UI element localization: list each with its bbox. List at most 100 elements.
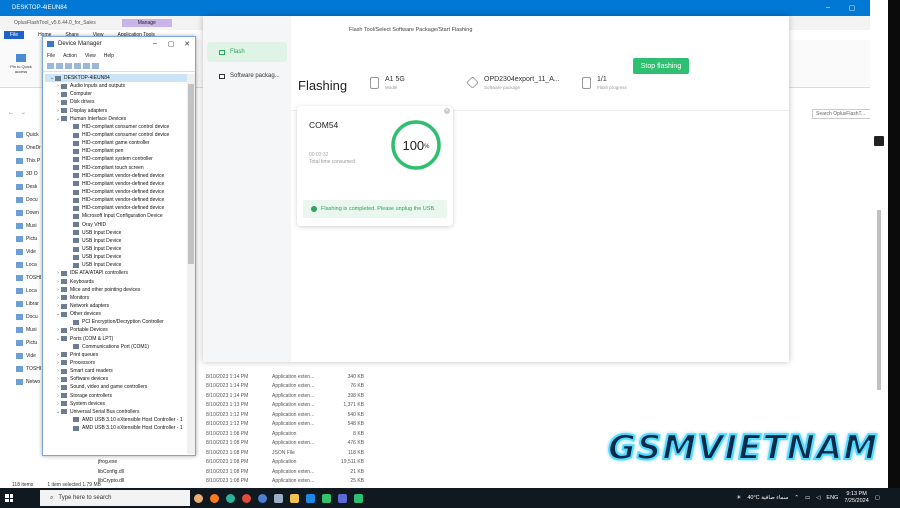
stop-flashing-button[interactable]: Stop flashing bbox=[633, 58, 689, 74]
tree-node[interactable]: › Sound, video and game controllers bbox=[45, 383, 187, 391]
tree-node[interactable]: PCI Encryption/Decryption Controller bbox=[45, 318, 187, 326]
start-button[interactable] bbox=[0, 488, 18, 508]
device-tree-scrollbar[interactable] bbox=[187, 74, 195, 454]
menu-view[interactable]: View bbox=[85, 53, 96, 59]
tree-node[interactable]: ⌄ Ports (COM & LPT) bbox=[45, 335, 187, 343]
avatar-icon[interactable] bbox=[190, 490, 206, 506]
tree-node[interactable]: ⌄ Universal Serial Bus controllers bbox=[45, 408, 187, 416]
tree-node[interactable]: Communications Port (COM1) bbox=[45, 343, 187, 351]
file-size: 340 KB bbox=[347, 373, 364, 380]
tree-node[interactable]: ⌄ Other devices bbox=[45, 310, 187, 318]
tree-node[interactable]: › Display adapters bbox=[45, 107, 187, 115]
file-row[interactable]: jfrog.exe 8/10/2023 1:08 PM Application 19,… bbox=[88, 458, 378, 468]
tree-node[interactable]: › Mice and other pointing devices bbox=[45, 286, 187, 294]
tree-node[interactable]: › Portable Devices bbox=[45, 326, 187, 334]
weather-text[interactable]: 40°C سماء صافية bbox=[747, 495, 788, 501]
back-arrow-icon[interactable]: ← bbox=[8, 110, 14, 116]
tree-node[interactable]: › Audio inputs and outputs bbox=[45, 82, 187, 90]
tree-node[interactable]: AMD USB 3.10 eXtensible Host Controller … bbox=[45, 416, 187, 424]
minimize-icon[interactable]: – bbox=[816, 4, 840, 12]
tree-node[interactable]: AMD USB 3.10 eXtensible Host Controller … bbox=[45, 424, 187, 432]
tree-node[interactable]: › Print queues bbox=[45, 351, 187, 359]
file-size: 76 KB bbox=[350, 383, 364, 390]
scrollbar[interactable] bbox=[877, 210, 881, 390]
stop-icon[interactable] bbox=[874, 136, 884, 146]
edge-icon[interactable] bbox=[222, 490, 238, 506]
tree-node[interactable]: HID-compliant vendor-defined device bbox=[45, 180, 187, 188]
store-icon[interactable] bbox=[334, 490, 350, 506]
monitor-icon[interactable] bbox=[92, 63, 99, 69]
tree-node[interactable]: HID-compliant vendor-defined device bbox=[45, 204, 187, 212]
file-row[interactable]: libConfig.dll 8/10/2023 1:08 PM Applicatio… bbox=[88, 467, 378, 477]
network-icon[interactable]: ▭ bbox=[805, 495, 810, 501]
close-icon[interactable]: × bbox=[444, 108, 450, 114]
chrome-icon[interactable] bbox=[238, 490, 254, 506]
file-row[interactable]: libCrypto.dll 8/10/2023 1:08 PM Applicatio… bbox=[88, 477, 378, 487]
tree-node[interactable]: ⌄ Human Interface Devices bbox=[45, 115, 187, 123]
language-indicator[interactable]: ENG bbox=[826, 495, 838, 501]
forward-icon[interactable] bbox=[56, 63, 63, 69]
tree-node[interactable]: Microsoft Input Configuration Device bbox=[45, 212, 187, 220]
tree-node[interactable]: › Keyboards bbox=[45, 278, 187, 286]
tree-node[interactable]: Oray VHID bbox=[45, 221, 187, 229]
tree-node[interactable]: HID-compliant consumer control device bbox=[45, 131, 187, 139]
menu-help[interactable]: Help bbox=[104, 53, 114, 59]
tree-node[interactable]: › Software devices bbox=[45, 375, 187, 383]
file-tab[interactable]: File bbox=[4, 31, 25, 39]
tree-node[interactable]: › Smart card readers bbox=[45, 367, 187, 375]
tree-node[interactable]: ⌄ DESKTOP-4IEUN84 bbox=[45, 74, 187, 83]
tray-chevron-icon[interactable]: ⌃ bbox=[794, 495, 799, 501]
maximize-icon[interactable]: ▢ bbox=[840, 4, 864, 12]
tree-node[interactable]: › Disk drives bbox=[45, 98, 187, 106]
tree-node[interactable]: › Network adapters bbox=[45, 302, 187, 310]
close-icon[interactable]: ✕ bbox=[179, 40, 195, 48]
clock[interactable]: 9:13 PM 7/25/2024 bbox=[844, 491, 868, 505]
browser-icon[interactable] bbox=[254, 490, 270, 506]
sidebar-item-flash[interactable]: Flash bbox=[207, 42, 287, 62]
tree-node[interactable]: HID-compliant vendor-defined device bbox=[45, 188, 187, 196]
menu-action[interactable]: Action bbox=[63, 53, 77, 59]
tree-node[interactable]: USB Input Device bbox=[45, 229, 187, 237]
tree-node[interactable]: › Storage controllers bbox=[45, 391, 187, 399]
update-driver-icon[interactable] bbox=[83, 63, 90, 69]
firefox-icon[interactable] bbox=[206, 490, 222, 506]
properties-icon[interactable] bbox=[65, 63, 72, 69]
help-icon[interactable] bbox=[74, 63, 81, 69]
maximize-icon[interactable]: ▢ bbox=[163, 40, 179, 48]
flash-tool-icon[interactable] bbox=[350, 490, 366, 506]
manage-tab[interactable]: Manage bbox=[121, 19, 172, 27]
tree-node[interactable]: HID-compliant consumer control device bbox=[45, 123, 187, 131]
tree-node[interactable]: USB Input Device bbox=[45, 245, 187, 253]
search-input[interactable]: Search OplusFlashT... bbox=[812, 109, 878, 119]
tree-node[interactable]: HID-compliant game controller bbox=[45, 139, 187, 147]
tree-node[interactable]: HID-compliant system controller bbox=[45, 155, 187, 163]
sidebar-item-software-package[interactable]: Software packag... bbox=[207, 66, 287, 86]
task-view-icon[interactable] bbox=[270, 490, 286, 506]
tree-node[interactable]: › System devices bbox=[45, 400, 187, 408]
tree-node[interactable]: HID-compliant vendor-defined device bbox=[45, 172, 187, 180]
tree-node[interactable]: › IDE ATA/ATAPI controllers bbox=[45, 269, 187, 277]
remote-desktop-icon[interactable] bbox=[302, 490, 318, 506]
tree-node[interactable]: › Processors bbox=[45, 359, 187, 367]
volume-icon[interactable]: ◁ bbox=[816, 495, 820, 501]
folder-icon[interactable] bbox=[286, 490, 302, 506]
weather-icon[interactable]: ☀ bbox=[736, 495, 741, 501]
tree-node[interactable]: › Computer bbox=[45, 90, 187, 98]
tree-node[interactable]: HID-compliant vendor-defined device bbox=[45, 196, 187, 204]
tree-node[interactable]: › Monitors bbox=[45, 294, 187, 302]
forward-arrow-icon[interactable]: → bbox=[20, 110, 26, 116]
tree-node[interactable]: HID-compliant pen bbox=[45, 147, 187, 155]
device-icon bbox=[73, 344, 79, 350]
back-icon[interactable] bbox=[47, 63, 54, 69]
app-icon[interactable] bbox=[318, 490, 334, 506]
menu-file[interactable]: File bbox=[47, 53, 55, 59]
notification-icon[interactable]: ▢ bbox=[875, 495, 880, 501]
minimize-icon[interactable]: – bbox=[147, 40, 163, 48]
scrollbar-thumb[interactable] bbox=[188, 84, 194, 264]
taskbar-search[interactable]: ⌕ Type here to search bbox=[40, 490, 190, 506]
tree-node[interactable]: USB Input Device bbox=[45, 253, 187, 261]
tree-node[interactable]: USB Input Device bbox=[45, 237, 187, 245]
pin-quick-access-button[interactable]: Pin to Quick access bbox=[6, 54, 36, 74]
tree-node[interactable]: USB Input Device bbox=[45, 261, 187, 269]
tree-node[interactable]: HID-compliant touch screen bbox=[45, 164, 187, 172]
